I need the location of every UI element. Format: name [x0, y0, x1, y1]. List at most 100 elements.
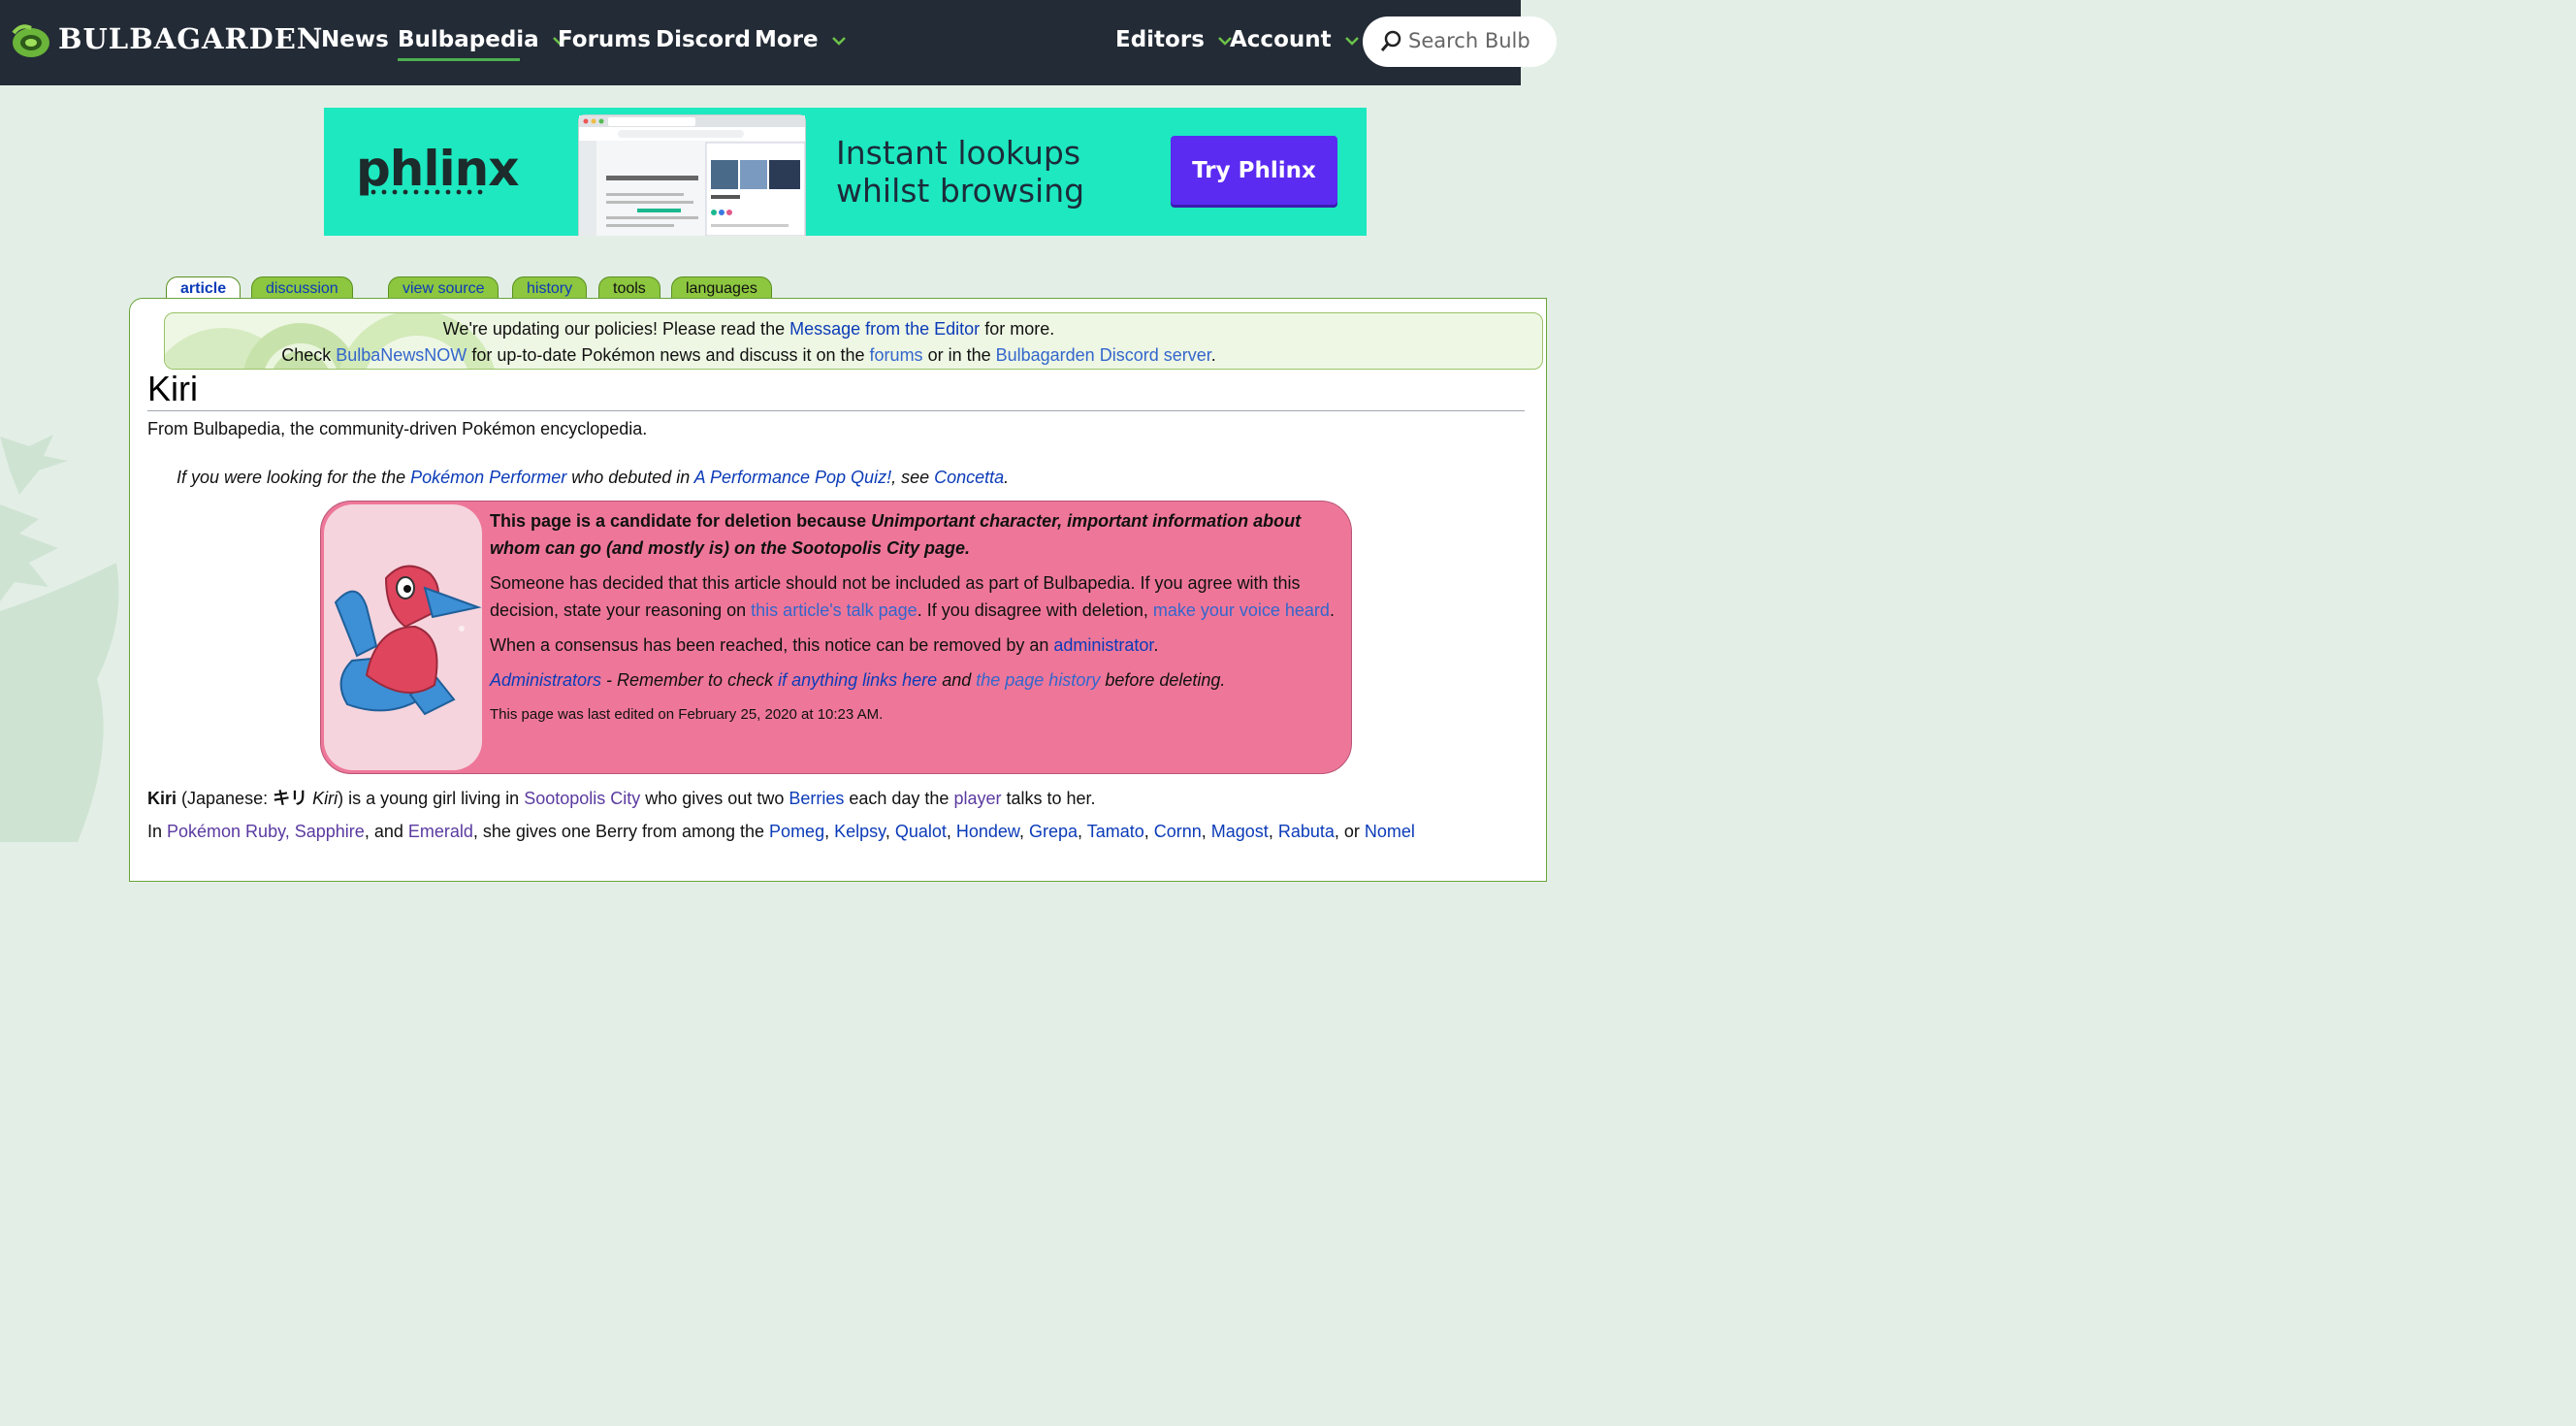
separator: , [885, 822, 895, 841]
separator: , [1201, 822, 1211, 841]
nav-editors-label: Editors [1115, 27, 1205, 52]
administrators-link[interactable]: Administrators [490, 670, 601, 690]
message-from-editor-link[interactable]: Message from the Editor [789, 319, 980, 339]
berry-link-magost[interactable]: Magost [1211, 822, 1269, 841]
berry-link-pomeg[interactable]: Pomeg [769, 822, 824, 841]
discord-server-link[interactable]: Bulbagarden Discord server [996, 345, 1211, 365]
browser-mockup-image [579, 115, 806, 236]
bulbagarden-logo-icon[interactable] [12, 23, 52, 60]
site-tagline: From Bulbapedia, the community-driven Po… [147, 419, 648, 438]
deletion-text: - Remember to check [601, 670, 779, 690]
nav-editors[interactable]: Editors [1115, 27, 1232, 52]
paragraph-text: talks to her. [1001, 789, 1096, 808]
emerald-link[interactable]: Emerald [408, 822, 473, 841]
berry-link-kelpsy[interactable]: Kelpsy [834, 822, 886, 841]
search-placeholder: Search Bulb [1408, 29, 1530, 52]
notice-text: or in the [922, 345, 996, 365]
bulbanewsnow-link[interactable]: BulbaNewsNOW [336, 345, 467, 365]
paragraph-text: who gives out two [640, 789, 789, 808]
berry-link-tamato[interactable]: Tamato [1087, 822, 1144, 841]
ad-tagline-line1: Instant lookups [836, 134, 1081, 172]
berry-link-hondew[interactable]: Hondew [956, 822, 1019, 841]
tab-history[interactable]: history [512, 276, 588, 299]
notice-text: for up-to-date Pokémon news and discuss … [467, 345, 870, 365]
deletion-text: . [1329, 600, 1335, 620]
notice-text: Check [281, 345, 337, 365]
article-subject: Kiri [147, 789, 177, 808]
ruby-sapphire-link[interactable]: Pokémon Ruby, Sapphire [167, 822, 365, 841]
nav-discord[interactable]: Discord [656, 27, 751, 52]
page-title: Kiri [147, 369, 198, 408]
berry-link-nomel[interactable]: Nomel [1365, 822, 1415, 841]
tab-view-source[interactable]: view source [388, 276, 499, 299]
pokemon-performer-link[interactable]: Pokémon Performer [410, 468, 566, 487]
tab-languages[interactable]: languages [671, 276, 772, 299]
deletion-text: When a consensus has been reached, this … [490, 635, 1054, 655]
deletion-admin-note: Administrators - Remember to check if an… [490, 666, 1343, 694]
title-divider [147, 410, 1525, 411]
nav-account-label: Account [1230, 27, 1332, 52]
paragraph-text: (Japanese: [177, 789, 274, 808]
nav-more[interactable]: More [755, 27, 846, 52]
site-notice: We're updating our policies! Please read… [164, 312, 1543, 370]
page-history-link[interactable]: the page history [976, 670, 1100, 690]
separator: , [1143, 822, 1154, 841]
nav-bulbapedia-label: Bulbapedia [398, 27, 539, 52]
performance-pop-quiz-link[interactable]: A Performance Pop Quiz! [694, 468, 891, 487]
deletion-notice-image-frame [324, 504, 482, 770]
berry-link-qualot[interactable]: Qualot [895, 822, 947, 841]
berry-link-cornn[interactable]: Cornn [1154, 822, 1202, 841]
administrator-link[interactable]: administrator [1053, 635, 1153, 655]
deletion-notice-box: This page is a candidate for deletion be… [320, 501, 1352, 774]
concetta-link[interactable]: Concetta [934, 468, 1004, 487]
nav-account[interactable]: Account [1230, 27, 1359, 52]
chevron-down-icon [1344, 36, 1359, 46]
chevron-down-icon [831, 36, 846, 46]
ad-cta-button[interactable]: Try Phlinx [1171, 136, 1337, 205]
top-navigation-bar: BULBAGARDEN News Bulbapedia Forums Disco… [0, 0, 1557, 85]
ad-tagline: Instant lookups whilst browsing [836, 134, 1084, 210]
paragraph-text: , she gives one Berry from among the [472, 822, 770, 841]
paragraph-text: each day the [844, 789, 954, 808]
sootopolis-city-link[interactable]: Sootopolis City [524, 789, 640, 808]
talk-page-link[interactable]: this article's talk page [751, 600, 918, 620]
search-icon [1380, 30, 1401, 51]
berry-link-grepa[interactable]: Grepa [1029, 822, 1078, 841]
nav-forums[interactable]: Forums [558, 27, 651, 52]
tab-discussion[interactable]: discussion [251, 276, 353, 299]
hatnote: If you were looking for the the Pokémon … [177, 468, 1009, 488]
nav-bulbapedia[interactable]: Bulbapedia [398, 27, 566, 52]
notice-text: for more. [980, 319, 1055, 339]
active-nav-indicator [398, 58, 520, 61]
nav-more-label: More [755, 27, 819, 52]
forums-link[interactable]: forums [870, 345, 923, 365]
berries-link[interactable]: Berries [789, 789, 844, 808]
player-link[interactable]: player [953, 789, 1001, 808]
last-edited-note: This page was last edited on February 25… [490, 706, 884, 723]
pokemon-silhouette-decoration [0, 435, 119, 842]
ad-tagline-line2: whilst browsing [836, 172, 1085, 210]
tab-tools[interactable]: tools [598, 276, 660, 299]
deletion-notice-text: This page is a candidate for deletion be… [490, 507, 1343, 729]
what-links-here-link[interactable]: if anything links here [778, 670, 937, 690]
site-logo-text[interactable]: BULBAGARDEN [58, 22, 323, 55]
advertisement-banner[interactable]: phlinx Instant lookups whilst browsing T… [324, 108, 1367, 236]
separator: , or [1334, 822, 1365, 841]
romaji-name: Kiri [312, 789, 338, 808]
deletion-reason-lead: This page is a candidate for deletion be… [490, 511, 872, 531]
notice-text: . [1210, 345, 1216, 365]
hatnote-text: who debuted in [566, 468, 694, 487]
berry-link-rabuta[interactable]: Rabuta [1278, 822, 1335, 841]
nav-news[interactable]: News [321, 27, 389, 52]
make-your-voice-heard-link[interactable]: make your voice heard [1153, 600, 1330, 620]
separator: , [1018, 822, 1029, 841]
deletion-reason: This page is a candidate for deletion be… [490, 507, 1343, 562]
paragraph-text: , and [364, 822, 408, 841]
deletion-text: before deleting. [1100, 670, 1226, 690]
paragraph-text: In [147, 822, 168, 841]
hatnote-text: . [1004, 468, 1010, 487]
search-input[interactable]: Search Bulb [1363, 16, 1557, 67]
